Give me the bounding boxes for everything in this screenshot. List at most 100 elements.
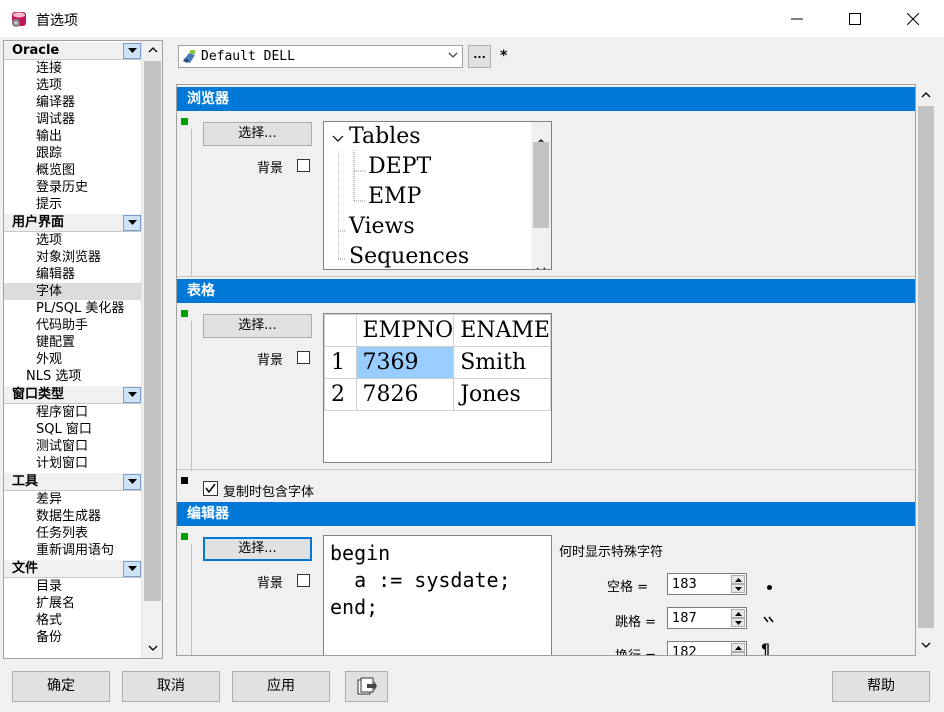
apply-button[interactable]: 应用 [232,671,330,702]
sidebar-item[interactable]: 目录 [4,578,142,595]
spin-down-icon[interactable] [731,584,745,593]
sidebar-group[interactable]: 用户界面 [4,213,142,232]
grid-cell: 7369 [355,346,455,379]
close-button[interactable] [884,0,942,38]
sidebar-item[interactable]: 编辑器 [4,266,142,283]
sidebar-item[interactable]: 备份 [4,629,142,646]
browser-bg-checkbox[interactable] [297,159,310,172]
maximize-button[interactable] [826,0,884,38]
tree-scrollbar[interactable] [531,122,551,269]
app-icon [12,12,26,27]
browser-font-select-button[interactable]: 选择... [203,122,312,146]
section-divider [191,321,192,471]
scroll-thumb[interactable] [533,142,549,228]
sidebar-scrollbar[interactable] [141,41,162,658]
browser-section-header: 浏览器 [177,87,915,111]
editor-color-marker [181,533,188,540]
group-collapse-button[interactable] [123,387,141,403]
spin-up-icon[interactable] [731,643,745,652]
sidebar-item[interactable]: 选项 [4,77,142,94]
divider [177,469,915,470]
browser-preview-tree: Tables DEPT EMP Views Sequences [323,121,552,270]
sidebar-item[interactable]: 格式 [4,612,142,629]
scroll-up-icon[interactable] [916,86,936,104]
export-button[interactable] [345,671,388,702]
sidebar-item[interactable]: 差异 [4,491,142,508]
cancel-button[interactable]: 取消 [122,671,220,702]
help-button[interactable]: 帮助 [832,671,930,702]
sidebar-item[interactable]: 任务列表 [4,525,142,542]
sidebar-item[interactable]: 登录历史 [4,179,142,196]
sidebar: Oracle 连接 选项 编译器 调试器 输出 跟踪 概览图 登录历史 提示 用户界面 选项 对象浏览器… [3,40,163,659]
newline-label: 换行 = [615,645,656,655]
sidebar-item[interactable]: 对象浏览器 [4,249,142,266]
sidebar-item[interactable]: PL/SQL 美化器 [4,300,142,317]
spin-up-icon[interactable] [731,575,745,584]
tree-node-tables: Tables [349,124,421,149]
grid-font-select-button[interactable]: 选择... [203,314,312,338]
tab-value: 187 [672,611,697,626]
sidebar-item[interactable]: 跟踪 [4,145,142,162]
sidebar-item[interactable]: 程序窗口 [4,404,142,421]
spin-down-icon[interactable] [731,618,745,627]
grid-row-number: 1 [324,346,357,379]
sidebar-group[interactable]: Oracle [4,41,142,60]
sidebar-item[interactable]: 键配置 [4,334,142,351]
profile-menu-button[interactable]: ... [468,45,491,68]
sidebar-item[interactable]: 输出 [4,128,142,145]
sidebar-group[interactable]: 工具 [4,472,142,491]
editor-bg-checkbox[interactable] [297,574,310,587]
sidebar-item[interactable]: 字体 [4,283,142,300]
browser-color-marker [181,118,188,125]
sidebar-group[interactable]: 窗口类型 [4,385,142,404]
spin-up-icon[interactable] [731,609,745,618]
editor-font-select-button[interactable]: 选择... [203,537,312,561]
group-collapse-button[interactable] [123,43,141,59]
sidebar-item[interactable]: 计划窗口 [4,455,142,472]
sidebar-item[interactable]: NLS 选项 [4,368,142,385]
tab-spinner[interactable]: 187 [667,607,747,629]
chevron-down-icon [127,566,137,571]
sidebar-item[interactable]: 测试窗口 [4,438,142,455]
sidebar-item[interactable]: 重新调用语句 [4,542,142,559]
sidebar-item[interactable]: 概览图 [4,162,142,179]
grid-bg-label: 背景 [257,353,284,368]
sidebar-item[interactable]: 扩展名 [4,595,142,612]
group-collapse-button[interactable] [123,215,141,231]
scroll-down-icon[interactable] [916,636,936,654]
grid-col-empno: EMPNO [355,314,455,347]
sidebar-item[interactable]: 连接 [4,60,142,77]
sidebar-item[interactable]: 提示 [4,196,142,213]
newline-spinner[interactable]: 182 [667,641,747,655]
space-spinner[interactable]: 183 [667,573,747,595]
scroll-thumb[interactable] [918,106,934,628]
sidebar-item[interactable]: 数据生成器 [4,508,142,525]
scroll-thumb[interactable] [144,61,161,601]
content-scrollbar[interactable] [916,84,936,656]
ok-button[interactable]: 确定 [12,671,110,702]
scroll-down-icon[interactable] [536,254,546,269]
sidebar-item[interactable]: 编译器 [4,94,142,111]
minimize-button[interactable] [768,0,826,38]
grid-row-number: 2 [324,378,357,411]
sidebar-item[interactable]: 外观 [4,351,142,368]
sidebar-item[interactable]: 代码助手 [4,317,142,334]
grid-bg-checkbox[interactable] [297,351,310,364]
special-chars-label: 何时显示特殊字符 [559,545,664,560]
sidebar-item[interactable]: 选项 [4,232,142,249]
tab-symbol-icon [763,616,774,623]
sidebar-group[interactable]: 文件 [4,559,142,578]
group-collapse-button[interactable] [123,561,141,577]
copy-font-checkbox[interactable] [203,481,218,496]
chevron-down-icon [448,52,458,58]
sidebar-item[interactable]: SQL 窗口 [4,421,142,438]
modified-marker: * [500,48,508,64]
group-collapse-button[interactable] [123,474,141,490]
sidebar-item[interactable]: 调试器 [4,111,142,128]
scroll-down-icon[interactable] [142,639,162,657]
profile-select[interactable]: Default DELL [178,45,463,68]
chevron-down-icon [127,48,137,53]
scroll-up-icon[interactable] [142,41,162,59]
space-value: 183 [672,577,697,592]
spin-down-icon[interactable] [731,652,745,655]
